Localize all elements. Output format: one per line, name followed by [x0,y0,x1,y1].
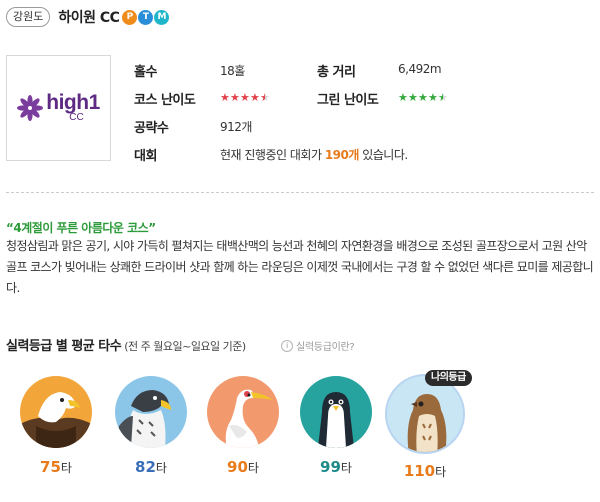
levels-subtitle: (전 주 월요일~일요일 기준) [121,340,246,353]
star-icon: ★ [220,91,230,104]
holes-label: 홀수 [134,65,157,80]
star-icon: ★ [398,91,408,104]
logo-wordmark: high1 [46,91,100,114]
holes-value: 18홀 [220,64,245,78]
star-icon: ★ [418,91,428,104]
level-score-110: 110타 [382,462,468,480]
crane-icon [207,376,279,448]
score-unit: 타 [60,461,72,475]
score-value: 90 [227,458,248,476]
star-icon: ★ [240,91,250,104]
levels-title: 실력등급 별 평균 타수 (전 주 월요일~일요일 기준) [6,335,246,354]
service-badges: P T M [121,9,170,25]
score-unit: 타 [247,461,259,475]
member-badge-icon: M [154,9,170,25]
star-icon: ★ [230,91,240,104]
tournament-text: 현재 진행중인 대회가 190개 있습니다. [220,146,408,163]
course-logo: high1 CC [6,55,111,161]
level-card-sparrow[interactable]: 110타 [382,374,468,480]
green-difficulty-label: 그린 난이도 [317,93,379,108]
distance-label: 총 거리 [317,65,356,80]
section-divider [6,192,594,193]
level-card-crane[interactable]: 90타 [203,376,283,476]
star-icon: ★ [408,91,418,104]
level-score-75: 75타 [16,458,96,476]
penguin-icon [300,376,372,448]
info-icon: i [281,339,293,352]
level-help-text: 실력등급이란? [296,342,355,353]
tournament-label: 대회 [134,149,157,164]
tournament-prefix: 현재 진행중인 대회가 [220,148,325,162]
flower-logo-icon [17,95,44,121]
level-score-90: 90타 [203,458,283,476]
course-description: 청정삼림과 맑은 공기, 시야 가득히 펼쳐지는 태백산맥의 능선과 천혜의 자… [6,239,594,295]
strategy-value[interactable]: 912개 [220,118,252,135]
eagle-icon [20,376,92,448]
course-difficulty-label: 코스 난이도 [134,93,196,108]
level-score-99: 99타 [296,458,376,476]
tournament-count-link[interactable]: 190개 [325,148,360,162]
tee-time-badge-icon: T [138,9,154,25]
star-icon: ★ [250,91,260,104]
green-difficulty-stars: ★ ★ ★ ★ ★ [398,92,448,104]
parking-badge-icon: P [122,9,138,25]
score-value: 99 [320,458,341,476]
course-slogan: “4계절이 푸른 아름다운 코스” [6,221,156,235]
course-name: 하이원 CC [58,10,120,26]
tournament-suffix: 있습니다. [358,148,408,162]
score-unit: 타 [340,461,352,475]
my-level-tag: 나의등급 [425,370,472,386]
region-badge[interactable]: 강원도 [6,7,51,27]
course-header: 강원도 하이원 CC P T M [6,6,170,28]
level-card-hawk[interactable]: 82타 [111,376,191,476]
score-unit: 타 [435,465,447,479]
score-value: 110 [403,462,436,480]
level-score-82: 82타 [111,458,191,476]
distance-value: 6,492m [398,62,442,76]
star-icon: ★ [438,91,448,104]
strategy-label: 공략수 [134,121,169,136]
sparrow-icon [385,374,465,454]
course-difficulty-stars: ★ ★ ★ ★ ★ [220,92,270,104]
hawk-icon [115,376,187,448]
levels-title-text: 실력등급 별 평균 타수 [6,339,122,354]
star-icon: ★ [428,91,438,104]
level-card-penguin[interactable]: 99타 [296,376,376,476]
score-unit: 타 [155,461,167,475]
score-value: 82 [135,458,156,476]
level-card-eagle[interactable]: 75타 [16,376,96,476]
logo-cc: CC [69,112,84,123]
score-value: 75 [40,458,61,476]
level-help-link[interactable]: i 실력등급이란? [281,338,355,353]
star-icon: ★ [260,91,270,104]
